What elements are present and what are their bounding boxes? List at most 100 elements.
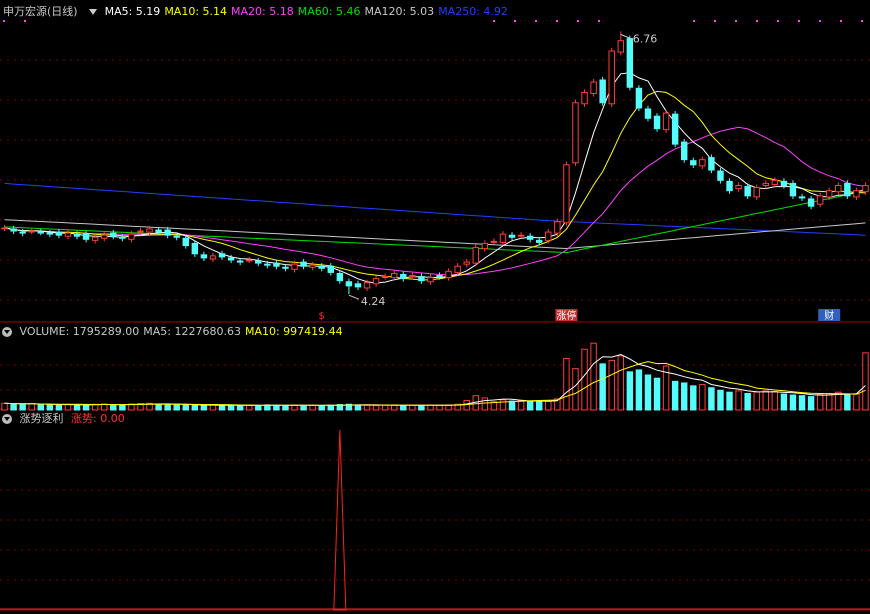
volume-bar xyxy=(282,405,289,411)
candle-body xyxy=(590,81,597,94)
candle-body xyxy=(463,261,470,265)
candle-body xyxy=(472,247,479,264)
candle-body xyxy=(536,239,543,243)
ma5-line xyxy=(4,72,866,284)
volume-bar xyxy=(780,393,788,411)
volume-bar xyxy=(862,352,869,411)
volume-bar xyxy=(300,404,307,411)
top-dot-marker xyxy=(798,20,800,22)
volume-bar xyxy=(218,404,226,411)
candle-body xyxy=(227,257,235,261)
candle-body xyxy=(155,229,162,233)
candle-body xyxy=(55,231,63,236)
candle-body xyxy=(119,236,126,239)
candle-body xyxy=(699,159,706,167)
candle-body xyxy=(409,275,416,278)
candle-body xyxy=(445,270,452,279)
candle-body xyxy=(264,263,271,266)
volume-bar xyxy=(572,368,579,411)
candle-body xyxy=(708,157,715,171)
candle-body xyxy=(599,79,606,104)
candle-body xyxy=(400,273,407,280)
volume-bar xyxy=(82,404,90,411)
candle-body xyxy=(291,263,298,270)
volume-bar xyxy=(191,404,199,411)
candle-body xyxy=(572,102,579,164)
candle-body xyxy=(318,265,325,269)
top-dot-marker xyxy=(777,20,779,22)
low-label: 4.24 xyxy=(361,295,386,308)
volume-bar xyxy=(55,404,63,411)
candle-body xyxy=(526,235,534,240)
volume-bar xyxy=(826,392,833,411)
candle-body xyxy=(28,230,35,233)
volume-bar xyxy=(10,403,17,411)
candle-body xyxy=(490,240,498,243)
volume-bar xyxy=(771,391,779,411)
volume-bar xyxy=(608,359,615,411)
top-dot-marker xyxy=(819,20,821,22)
candle-body xyxy=(617,40,624,53)
volume-bar xyxy=(798,395,806,411)
candle-body xyxy=(826,190,833,198)
candle-body xyxy=(246,259,253,262)
volume-bar xyxy=(653,377,661,411)
candle-body xyxy=(128,233,135,240)
volume-bar xyxy=(644,374,652,411)
volume-bar xyxy=(807,396,815,411)
low-pointer xyxy=(348,294,360,300)
top-dot-marker xyxy=(24,20,26,22)
volume-bar xyxy=(436,404,443,411)
volume-bar xyxy=(246,404,253,411)
candle-body xyxy=(744,186,751,197)
candle-body xyxy=(789,182,797,197)
candle-body xyxy=(581,91,588,105)
volume-bar xyxy=(46,404,54,411)
volume-bar xyxy=(726,391,733,411)
candle-body xyxy=(816,195,824,205)
volume-bar xyxy=(209,404,217,411)
candle-body xyxy=(798,196,806,199)
candle-body xyxy=(110,232,117,237)
candle-body xyxy=(173,235,180,238)
top-dot-marker xyxy=(514,20,516,22)
candle-body xyxy=(735,185,742,190)
candle-body xyxy=(554,221,561,234)
candle-body xyxy=(644,108,652,119)
volume-bar xyxy=(690,385,697,411)
volume-bar xyxy=(227,404,235,411)
volume-bar xyxy=(418,404,425,411)
top-dot-marker xyxy=(598,20,600,22)
candle-body xyxy=(372,278,380,285)
candle-body xyxy=(717,170,724,181)
ma60-line xyxy=(4,190,866,254)
volume-bar xyxy=(508,400,516,411)
candle-body xyxy=(427,277,434,283)
stock-chart[interactable]: 6.76 4.24 $ 涨停 财 xyxy=(0,0,870,614)
volume-bar xyxy=(73,404,81,411)
candle-body xyxy=(73,233,81,237)
volume-bar xyxy=(164,404,171,411)
volume-bar xyxy=(173,404,180,411)
volume-bar xyxy=(64,403,72,411)
volume-bar xyxy=(626,371,634,411)
candle-body xyxy=(499,233,507,243)
candle-body xyxy=(200,254,208,259)
candle-body xyxy=(164,229,171,236)
volume-bar xyxy=(200,405,208,411)
candle-body xyxy=(481,242,489,250)
candle-body xyxy=(608,50,615,105)
volume-bar xyxy=(762,390,769,411)
volume-bar xyxy=(708,387,715,411)
top-dot-marker xyxy=(714,20,716,22)
top-dot-marker xyxy=(756,20,758,22)
volume-bar xyxy=(37,404,44,411)
volume-bar xyxy=(699,384,706,411)
candle-body xyxy=(19,231,26,234)
volume-bar xyxy=(409,404,416,411)
candle-body xyxy=(191,242,199,255)
candle-body xyxy=(300,261,307,267)
candle-body xyxy=(780,180,788,187)
candle-body xyxy=(762,182,769,187)
volume-bar xyxy=(327,404,334,411)
